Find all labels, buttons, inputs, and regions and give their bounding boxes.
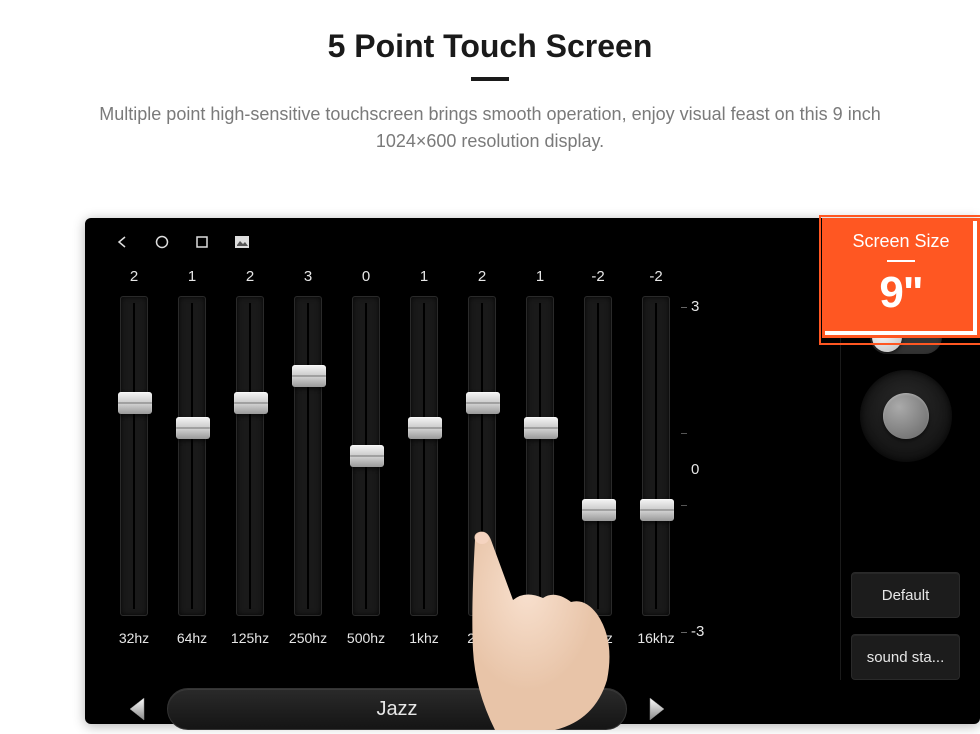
eq-freq-label: 8khz <box>583 630 613 646</box>
eq-freq-label: 32hz <box>119 630 149 646</box>
eq-band-8: -2 8khz <box>569 268 627 680</box>
eq-value-label: 1 <box>420 268 428 290</box>
balance-dial[interactable] <box>860 370 952 462</box>
eq-freq-label: 16khz <box>637 630 674 646</box>
recent-apps-icon[interactable] <box>193 233 211 251</box>
eq-band-5: 1 1khz <box>395 268 453 680</box>
eq-slider[interactable] <box>178 296 206 616</box>
screen-size-badge: Screen Size 9" <box>822 218 980 338</box>
eq-slider[interactable] <box>584 296 612 616</box>
eq-freq-label: 64hz <box>177 630 207 646</box>
eq-value-label: 2 <box>246 268 254 290</box>
eq-band-0: 2 32hz <box>105 268 163 680</box>
eq-band-1: 1 64hz <box>163 268 221 680</box>
eq-band-9: -2 16khz <box>627 268 685 680</box>
default-button[interactable]: Default <box>851 572 960 618</box>
eq-freq-label: 2khz <box>467 630 497 646</box>
eq-slider[interactable] <box>236 296 264 616</box>
scale-mid: 0 <box>691 461 699 478</box>
eq-slider[interactable] <box>468 296 496 616</box>
eq-value-label: 2 <box>130 268 138 290</box>
eq-value-label: 1 <box>188 268 196 290</box>
sound-stage-button[interactable]: sound sta... <box>851 634 960 680</box>
eq-value-label: -2 <box>649 268 662 290</box>
eq-slider[interactable] <box>410 296 438 616</box>
eq-value-label: 0 <box>362 268 370 290</box>
eq-value-label: 2 <box>478 268 486 290</box>
eq-band-7: 1 4khz <box>511 268 569 680</box>
eq-band-6: 2 2khz <box>453 268 511 680</box>
eq-slider[interactable] <box>642 296 670 616</box>
eq-freq-label: 500hz <box>347 630 385 646</box>
badge-label: Screen Size <box>852 231 949 252</box>
eq-freq-label: 125hz <box>231 630 269 646</box>
eq-band-2: 2 125hz <box>221 268 279 680</box>
preset-next-button[interactable] <box>635 689 679 729</box>
home-icon[interactable] <box>153 233 171 251</box>
scale-max: 3 <box>691 298 725 315</box>
eq-band-4: 0 500hz <box>337 268 395 680</box>
eq-slider[interactable] <box>352 296 380 616</box>
page-title: 5 Point Touch Screen <box>0 0 980 65</box>
title-underline <box>471 77 509 81</box>
eq-slider[interactable] <box>120 296 148 616</box>
eq-freq-label: 1khz <box>409 630 439 646</box>
eq-freq-label: 250hz <box>289 630 327 646</box>
equalizer-sliders: 2 32hz 1 64hz 2 125hz 3 250hz 0 <box>95 260 840 680</box>
page-subtitle: Multiple point high-sensitive touchscree… <box>40 101 940 155</box>
back-icon[interactable] <box>113 233 131 251</box>
eq-value-label: -2 <box>591 268 604 290</box>
eq-band-3: 3 250hz <box>279 268 337 680</box>
preset-prev-button[interactable] <box>115 689 159 729</box>
eq-freq-label: 4khz <box>525 630 555 646</box>
eq-value-label: 1 <box>536 268 544 290</box>
badge-value: 9" <box>879 268 922 318</box>
preset-row: Jazz <box>95 684 970 734</box>
eq-scale: 3 0 -3 <box>685 268 725 680</box>
gallery-icon[interactable] <box>233 233 251 251</box>
eq-slider[interactable] <box>294 296 322 616</box>
eq-slider[interactable] <box>526 296 554 616</box>
eq-value-label: 3 <box>304 268 312 290</box>
scale-min: -3 <box>691 623 725 640</box>
